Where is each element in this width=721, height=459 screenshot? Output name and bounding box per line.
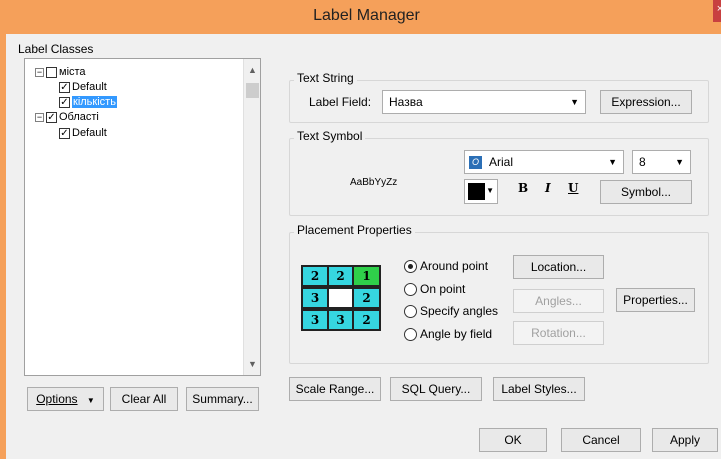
chevron-down-icon: ▼ — [608, 157, 617, 167]
properties-button[interactable]: Properties... — [616, 288, 695, 312]
font-preview: AaBbYyZz — [350, 177, 398, 188]
collapse-icon[interactable]: − — [35, 67, 44, 77]
italic-button[interactable]: I — [545, 181, 551, 195]
expression-button[interactable]: Expression... — [600, 90, 692, 114]
radio-icon — [404, 328, 417, 342]
font-select[interactable]: O Arial ▼ — [464, 150, 624, 174]
grid-cell[interactable]: 2 — [354, 311, 379, 329]
scroll-down-icon[interactable]: ▼ — [248, 359, 257, 369]
radio-icon — [404, 283, 417, 297]
grid-cell[interactable]: 3 — [303, 311, 327, 329]
grid-cell[interactable]: 1 — [354, 267, 379, 285]
tree-node-label-selected: кількість — [72, 96, 117, 108]
grid-cell[interactable] — [329, 289, 352, 307]
symbol-button[interactable]: Symbol... — [600, 180, 692, 204]
summary-button[interactable]: Summary... — [186, 387, 259, 411]
title-bar: Label Manager × — [6, 0, 721, 34]
font-size-value: 8 — [639, 155, 646, 169]
window-title: Label Manager — [313, 7, 420, 24]
label-field-value: Назва — [389, 95, 423, 109]
grid-cell[interactable]: 2 — [354, 289, 379, 307]
label-field-select[interactable]: Назва ▼ — [382, 90, 586, 114]
tree-node-mista[interactable]: − міста — [35, 65, 86, 79]
checkbox-default-2[interactable]: ✓ — [59, 127, 70, 139]
bold-button[interactable]: B — [518, 181, 528, 195]
chevron-down-icon: ▼ — [486, 186, 494, 195]
options-button[interactable]: Options ▼ — [27, 387, 104, 411]
tree-node-kilkist[interactable]: ✓ кількість — [59, 95, 117, 109]
radio-on-point[interactable]: On point — [404, 282, 466, 297]
radio-label: Specify angles — [420, 304, 499, 318]
location-button[interactable]: Location... — [513, 255, 604, 279]
checkbox-default[interactable]: ✓ — [59, 81, 70, 93]
scroll-thumb[interactable] — [246, 83, 259, 98]
placement-title: Placement Properties — [294, 223, 415, 237]
tree-node-oblasti[interactable]: − ✓ Області — [35, 110, 99, 124]
cancel-button[interactable]: Cancel — [561, 428, 641, 452]
chevron-down-icon: ▼ — [570, 97, 579, 107]
grid-cell[interactable]: 3 — [303, 289, 327, 307]
radio-around-point[interactable]: Around point — [404, 259, 489, 274]
label-styles-button[interactable]: Label Styles... — [493, 377, 585, 401]
grid-cell[interactable]: 2 — [329, 267, 352, 285]
placement-grid[interactable]: 2 2 1 3 2 3 3 2 — [301, 265, 381, 331]
font-size-select[interactable]: 8 ▼ — [632, 150, 691, 174]
checkbox-kilkist[interactable]: ✓ — [59, 96, 70, 108]
text-string-title: Text String — [294, 71, 357, 85]
tree-node-default-2[interactable]: ✓ Default — [59, 126, 107, 140]
checkbox-oblasti[interactable]: ✓ — [46, 111, 57, 123]
grid-cell[interactable]: 2 — [303, 267, 327, 285]
radio-icon — [404, 305, 417, 319]
underline-button[interactable]: U — [568, 181, 578, 195]
radio-selected-icon — [404, 260, 417, 274]
scale-range-button[interactable]: Scale Range... — [289, 377, 381, 401]
close-button[interactable]: × — [713, 0, 721, 22]
options-label: Options — [36, 392, 78, 406]
label-class-tree[interactable]: − міста ✓ Default ✓ кількість − ✓ Області ✓ De… — [24, 58, 261, 376]
sql-query-button[interactable]: SQL Query... — [390, 377, 482, 401]
checkbox-mista[interactable] — [46, 66, 57, 78]
radio-label: On point — [420, 282, 466, 296]
color-swatch — [468, 183, 485, 200]
tree-node-default[interactable]: ✓ Default — [59, 80, 107, 94]
color-picker[interactable]: ▼ — [464, 179, 498, 204]
angles-button[interactable]: Angles... — [513, 289, 604, 313]
apply-button[interactable]: Apply — [652, 428, 718, 452]
chevron-down-icon: ▼ — [675, 157, 684, 167]
chevron-down-icon: ▼ — [86, 396, 95, 405]
radio-specify-angles[interactable]: Specify angles — [404, 304, 499, 319]
tree-node-label: Області — [59, 111, 99, 123]
label-classes-heading: Label Classes — [18, 42, 94, 56]
tree-node-label: міста — [59, 66, 86, 78]
rotation-button[interactable]: Rotation... — [513, 321, 604, 345]
radio-label: Around point — [420, 259, 489, 273]
radio-angle-by-field[interactable]: Angle by field — [404, 327, 493, 342]
font-name: Arial — [489, 155, 514, 169]
ok-button[interactable]: OK — [479, 428, 547, 452]
label-manager-window: Label Manager × Label Classes − міста ✓ De… — [0, 0, 721, 459]
text-symbol-title: Text Symbol — [294, 129, 366, 143]
radio-label: Angle by field — [420, 327, 493, 341]
tree-node-label: Default — [72, 81, 107, 93]
clear-all-button[interactable]: Clear All — [110, 387, 178, 411]
label-field-label: Label Field: — [309, 95, 372, 109]
scroll-up-icon[interactable]: ▲ — [248, 65, 257, 75]
collapse-icon[interactable]: − — [35, 112, 44, 122]
grid-cell[interactable]: 3 — [329, 311, 352, 329]
tree-scrollbar[interactable]: ▲ ▼ — [243, 59, 260, 375]
tree-node-label: Default — [72, 127, 107, 139]
font-type-icon: O — [469, 156, 482, 169]
